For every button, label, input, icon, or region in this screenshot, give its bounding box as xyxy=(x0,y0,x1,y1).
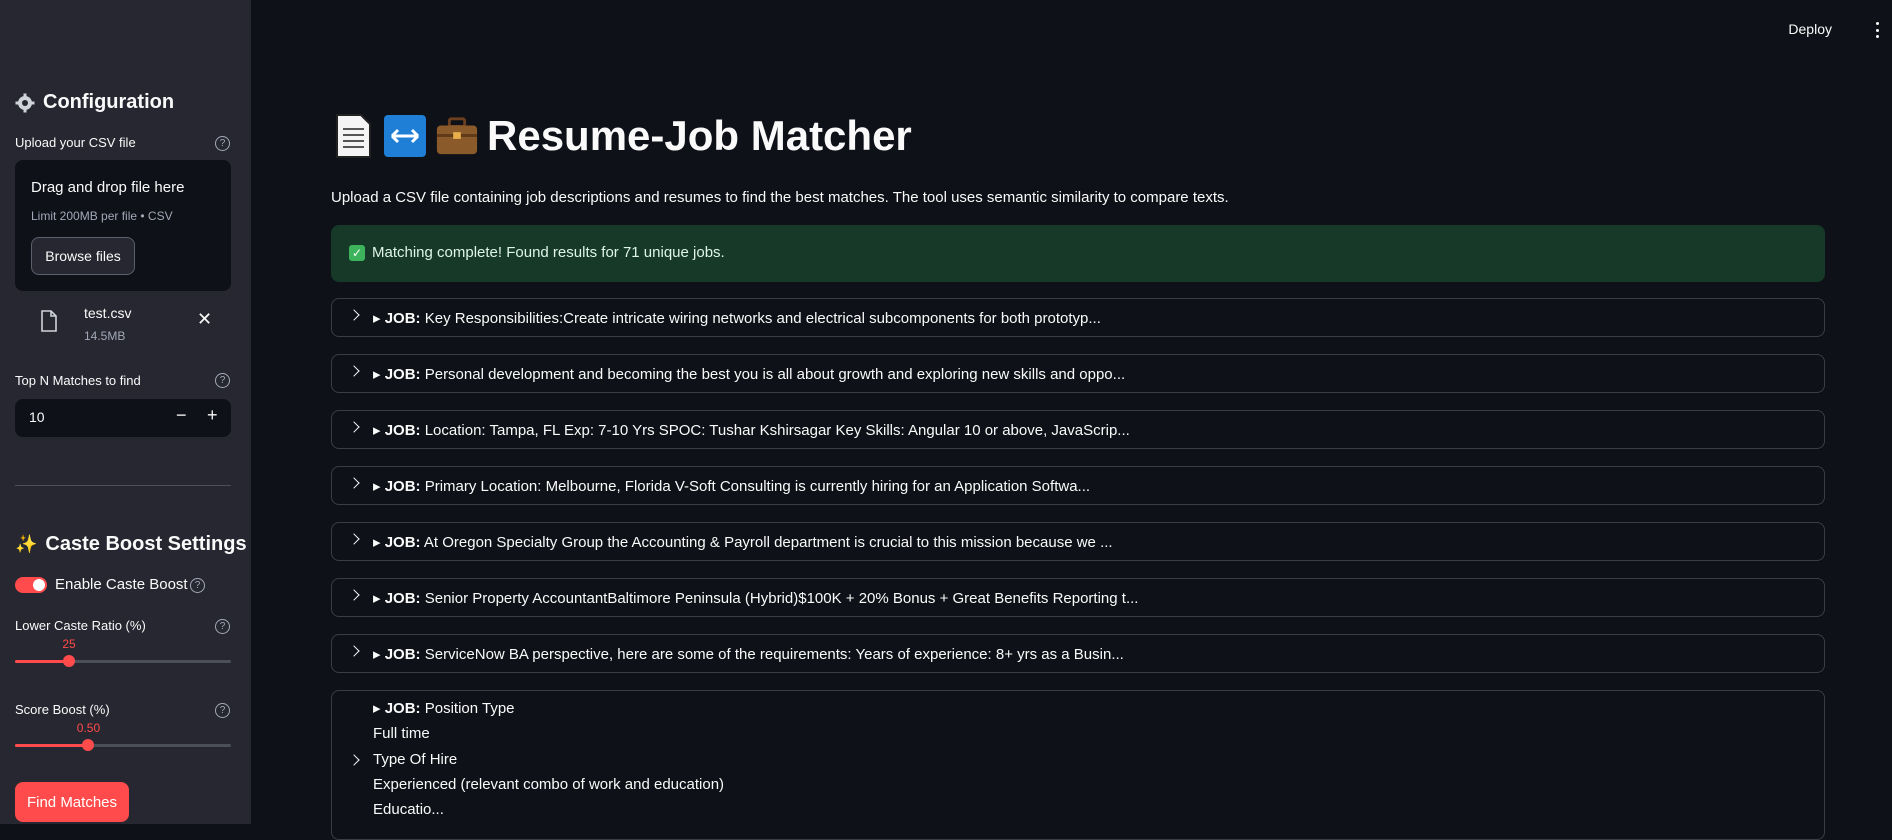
dropzone-subtitle: Limit 200MB per file • CSV xyxy=(31,209,173,223)
caste-boost-heading: ✨ Caste Boost Settings xyxy=(15,533,247,556)
lower-ratio-slider[interactable]: 25 xyxy=(15,637,231,667)
job-expander[interactable]: ▸ JOB: Primary Location: Melbourne, Flor… xyxy=(331,466,1825,505)
chevron-right-icon xyxy=(348,533,360,545)
job-expander[interactable]: ▸ JOB: At Oregon Specialty Group the Acc… xyxy=(331,522,1825,561)
more-options-icon[interactable] xyxy=(1874,22,1880,38)
chevron-right-icon xyxy=(348,645,360,657)
slider-thumb[interactable] xyxy=(82,739,95,751)
topn-label: Top N Matches to find xyxy=(15,373,141,388)
file-icon xyxy=(41,310,57,332)
enable-caste-boost-toggle[interactable] xyxy=(15,577,47,593)
document-icon xyxy=(331,112,375,160)
job-summary-line: Type Of Hire xyxy=(373,751,458,768)
job-summary: ▸ JOB: Location: Tampa, FL Exp: 7-10 Yrs… xyxy=(373,422,1130,439)
chevron-right-icon xyxy=(348,477,360,489)
chevron-right-icon xyxy=(348,754,360,766)
close-icon[interactable]: ✕ xyxy=(197,309,212,330)
slider-fill xyxy=(15,744,89,747)
sidebar: Configuration Upload your CSV file ? Dra… xyxy=(0,0,251,824)
dropzone-title: Drag and drop file here xyxy=(31,179,185,196)
job-summary: ▸ JOB: At Oregon Specialty Group the Acc… xyxy=(373,534,1113,551)
decrement-button[interactable]: − xyxy=(176,405,187,426)
increment-button[interactable]: + xyxy=(207,405,218,426)
score-boost-label: Score Boost (%) xyxy=(15,702,110,717)
browse-files-button[interactable]: Browse files xyxy=(31,237,135,275)
briefcase-icon xyxy=(435,112,479,160)
intro-text: Upload a CSV file containing job descrip… xyxy=(331,189,1229,206)
job-summary-line: Educatio... xyxy=(373,801,444,818)
configuration-heading: Configuration xyxy=(15,91,174,114)
help-icon[interactable]: ? xyxy=(190,578,205,593)
job-expander[interactable]: ▸ JOB: Position Type Full time Type Of H… xyxy=(331,690,1825,840)
left-right-arrow-icon xyxy=(383,112,427,160)
success-text: Matching complete! Found results for 71 … xyxy=(372,244,725,261)
upload-label: Upload your CSV file xyxy=(15,135,136,150)
gear-icon xyxy=(15,93,35,112)
help-icon[interactable]: ? xyxy=(215,136,230,151)
slider-thumb[interactable] xyxy=(63,655,75,667)
find-matches-button[interactable]: Find Matches xyxy=(15,782,129,822)
job-summary-line: Experienced (relevant combo of work and … xyxy=(373,776,725,793)
topn-number-input[interactable]: 10 − + xyxy=(15,399,231,437)
job-expander[interactable]: ▸ JOB: Personal development and becoming… xyxy=(331,354,1825,393)
page-title: Resume-Job Matcher xyxy=(331,112,912,160)
file-dropzone[interactable]: Drag and drop file here Limit 200MB per … xyxy=(15,160,231,291)
sidebar-divider xyxy=(15,485,231,486)
job-expander[interactable]: ▸ JOB: ServiceNow BA perspective, here a… xyxy=(331,634,1825,673)
job-expander[interactable]: ▸ JOB: Senior Property AccountantBaltimo… xyxy=(331,578,1825,617)
caste-boost-title: Caste Boost Settings xyxy=(45,533,247,555)
help-icon[interactable]: ? xyxy=(215,619,230,634)
enable-caste-boost-label: Enable Caste Boost xyxy=(55,576,188,593)
chevron-right-icon xyxy=(348,589,360,601)
topn-value[interactable]: 10 xyxy=(29,409,45,425)
lower-ratio-value: 25 xyxy=(62,637,76,651)
help-icon[interactable]: ? xyxy=(215,703,230,718)
file-name: test.csv xyxy=(84,305,132,321)
slider-fill xyxy=(15,660,69,663)
check-icon: ✓ xyxy=(349,245,365,261)
success-alert: ✓ Matching complete! Found results for 7… xyxy=(331,225,1825,282)
chevron-right-icon xyxy=(348,309,360,321)
lower-ratio-label: Lower Caste Ratio (%) xyxy=(15,618,146,633)
score-boost-value: 0.50 xyxy=(76,721,101,735)
score-boost-slider[interactable]: 0.50 xyxy=(15,721,231,751)
job-summary: ▸ JOB: Position Type xyxy=(373,700,515,717)
job-summary: ▸ JOB: Senior Property AccountantBaltimo… xyxy=(373,590,1139,607)
job-summary: ▸ JOB: Personal development and becoming… xyxy=(373,366,1126,383)
job-expander[interactable]: ▸ JOB: Key Responsibilities:Create intri… xyxy=(331,298,1825,337)
configuration-title: Configuration xyxy=(43,91,175,113)
job-summary: ▸ JOB: ServiceNow BA perspective, here a… xyxy=(373,646,1124,663)
job-expander[interactable]: ▸ JOB: Location: Tampa, FL Exp: 7-10 Yrs… xyxy=(331,410,1825,449)
uploaded-file: test.csv 14.5MB ✕ xyxy=(15,300,231,350)
job-summary-line: Full time xyxy=(373,725,430,742)
file-size: 14.5MB xyxy=(84,329,126,343)
deploy-button[interactable]: Deploy xyxy=(1788,21,1832,37)
sparkles-icon: ✨ xyxy=(15,534,38,554)
chevron-right-icon xyxy=(348,421,360,433)
title-text: Resume-Job Matcher xyxy=(487,112,912,159)
job-summary: ▸ JOB: Key Responsibilities:Create intri… xyxy=(373,310,1101,327)
help-icon[interactable]: ? xyxy=(215,373,230,388)
chevron-right-icon xyxy=(348,365,360,377)
job-summary: ▸ JOB: Primary Location: Melbourne, Flor… xyxy=(373,478,1091,495)
